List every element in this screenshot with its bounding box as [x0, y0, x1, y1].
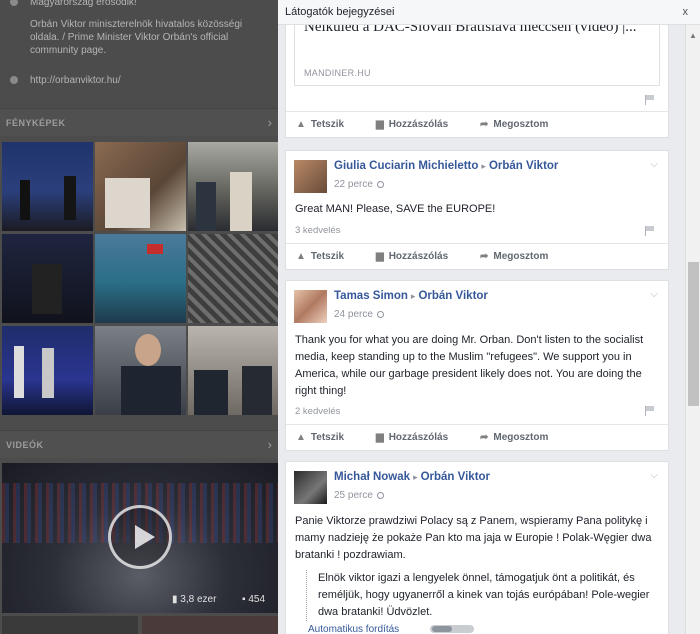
chevron-down-icon[interactable]: ⌵: [650, 159, 658, 170]
thumbs-up-icon: ▲: [296, 119, 306, 130]
photo-thumbnail[interactable]: [188, 234, 278, 323]
author-link[interactable]: Michał Nowak: [334, 471, 410, 483]
photos-section-header[interactable]: FÉNYKÉPEK ›: [0, 108, 278, 136]
photo-thumbnail[interactable]: [2, 142, 93, 231]
post-timestamp[interactable]: 24 perce: [334, 309, 384, 320]
post-card: Tamas Simon ▸ Orbán Viktor 24 perce ⌵ Than…: [285, 280, 670, 451]
photo-thumbnail[interactable]: [95, 142, 186, 231]
photo-thumbnail[interactable]: [95, 234, 186, 323]
arrow-right-icon: ▸: [481, 161, 486, 171]
comment-icon: ▪: [242, 594, 246, 605]
website-row[interactable]: http://orbanviktor.hu/: [10, 74, 121, 87]
post-actions: ▲ Tetszik ▆ Hozzászólás ➦ Megosztom: [286, 424, 670, 450]
comment-icon: ▆: [376, 251, 384, 262]
play-icon[interactable]: [108, 505, 172, 569]
video-views: ▮ 3,8 ezer: [172, 594, 217, 605]
public-globe-icon: [376, 311, 384, 318]
share-icon: ➦: [480, 251, 489, 262]
flag-icon[interactable]: [645, 226, 654, 236]
like-button[interactable]: ▲ Tetszik: [296, 119, 344, 130]
share-button[interactable]: ➦ Megosztom: [480, 119, 548, 130]
post-text: Thank you for what you are doing Mr. Orb…: [295, 334, 644, 397]
thumbs-up-icon: ▮: [172, 594, 178, 605]
photo-thumbnail[interactable]: [2, 326, 93, 415]
share-button[interactable]: ➦ Megosztom: [480, 432, 548, 443]
post-timestamp[interactable]: 22 perce: [334, 179, 384, 190]
post-text: Panie Viktorze prawdziwi Polacy są z Pan…: [295, 515, 652, 561]
comment-button[interactable]: ▆ Hozzászólás: [376, 432, 448, 443]
video-thumbnail[interactable]: [142, 616, 278, 634]
arrow-right-icon: ▸: [413, 472, 418, 482]
dialog-title: Látogatók bejegyzései: [285, 6, 395, 18]
photo-thumbnail[interactable]: [95, 326, 186, 415]
post-timestamp[interactable]: 25 perce: [334, 490, 384, 501]
translation-text: Elnök viktor igazi a lengyelek önnel, tá…: [306, 570, 656, 621]
auto-translate-label: Automatikus fordítás: [308, 624, 400, 634]
scrollbar[interactable]: ▲: [685, 25, 700, 634]
comment-icon: ▆: [376, 432, 384, 443]
author-link[interactable]: Tamas Simon: [334, 290, 408, 302]
chevron-right-icon: ›: [267, 437, 272, 452]
photo-thumbnail[interactable]: [188, 326, 278, 415]
chevron-down-icon[interactable]: ⌵: [650, 470, 658, 481]
videos-section-header[interactable]: VIDEÓK ›: [0, 430, 278, 458]
dialog-header: Látogatók bejegyzései x: [278, 0, 700, 25]
page-description: Orbán Viktor miniszterelnök hivatalos kö…: [30, 19, 243, 56]
globe-icon: [10, 76, 18, 84]
comment-icon: ▆: [376, 119, 384, 130]
arrow-right-icon: ▸: [410, 291, 416, 301]
thumbs-up-icon: ▲: [296, 432, 306, 443]
post-author-line: Michał Nowak ▸ Orbán Viktor: [334, 471, 490, 483]
video-comments: ▪ 454: [242, 594, 266, 605]
chevron-right-icon: ›: [267, 115, 272, 130]
like-count[interactable]: 3 kedvelés: [295, 225, 340, 236]
video-thumbnail[interactable]: [2, 616, 138, 634]
target-page-link[interactable]: Orbán Viktor: [421, 471, 490, 483]
target-page-link[interactable]: Orbán Viktor: [489, 160, 558, 172]
scroll-up-icon[interactable]: ▲: [689, 31, 697, 40]
target-page-link[interactable]: Orbán Viktor: [418, 290, 487, 302]
flag-icon[interactable]: [645, 95, 654, 105]
public-globe-icon: [376, 181, 384, 188]
like-button[interactable]: ▲ Tetszik: [296, 251, 344, 262]
post-text: Great MAN! Please, SAVE the EUROPE!: [295, 203, 496, 215]
photo-thumbnail[interactable]: [188, 142, 278, 231]
chevron-down-icon[interactable]: ⌵: [650, 289, 658, 300]
visitor-posts-dialog: Nélküled a DAC-Slovan Bratislava meccsen…: [278, 0, 700, 634]
scrollbar-thumb[interactable]: [688, 262, 699, 406]
public-globe-icon: [376, 492, 384, 499]
share-icon: ➦: [480, 119, 489, 130]
avatar[interactable]: [294, 290, 327, 323]
video-thumbnail[interactable]: ▮ 3,8 ezer ▪ 454: [2, 463, 278, 613]
post-card: Michał Nowak ▸ Orbán Viktor 25 perce ⌵ Pan…: [285, 461, 669, 634]
post-card: Giulia Cuciarin Michieletto ▸ Orbán Viktor…: [285, 150, 670, 270]
post-author-line: Giulia Cuciarin Michieletto ▸ Orbán Viktor: [334, 160, 558, 172]
comment-button[interactable]: ▆ Hozzászólás: [376, 251, 448, 262]
share-button[interactable]: ➦ Megosztom: [480, 251, 548, 262]
intro-line: Magyarország érősödik!: [10, 0, 137, 9]
post-actions: ▲ Tetszik ▆ Hozzászólás ➦ Megosztom: [286, 111, 670, 137]
post-author-line: Tamas Simon ▸ Orbán Viktor: [334, 290, 488, 302]
photo-thumbnail[interactable]: [2, 234, 93, 323]
avatar[interactable]: [294, 471, 327, 504]
comment-button[interactable]: ▆ Hozzászólás: [376, 119, 448, 130]
flag-icon[interactable]: [645, 406, 654, 416]
auto-translate-toggle[interactable]: [430, 625, 474, 633]
background-page: Magyarország érősödik! Orbán Viktor mini…: [0, 0, 278, 634]
thumbs-up-icon: ▲: [296, 251, 306, 262]
share-icon: ➦: [480, 432, 489, 443]
author-link[interactable]: Giulia Cuciarin Michieletto: [334, 160, 478, 172]
like-button[interactable]: ▲ Tetszik: [296, 432, 344, 443]
post-actions: ▲ Tetszik ▆ Hozzászólás ➦ Megosztom: [286, 243, 670, 269]
close-icon[interactable]: x: [683, 6, 689, 18]
like-count[interactable]: 2 kedvelés: [295, 406, 340, 417]
avatar[interactable]: [294, 160, 327, 193]
